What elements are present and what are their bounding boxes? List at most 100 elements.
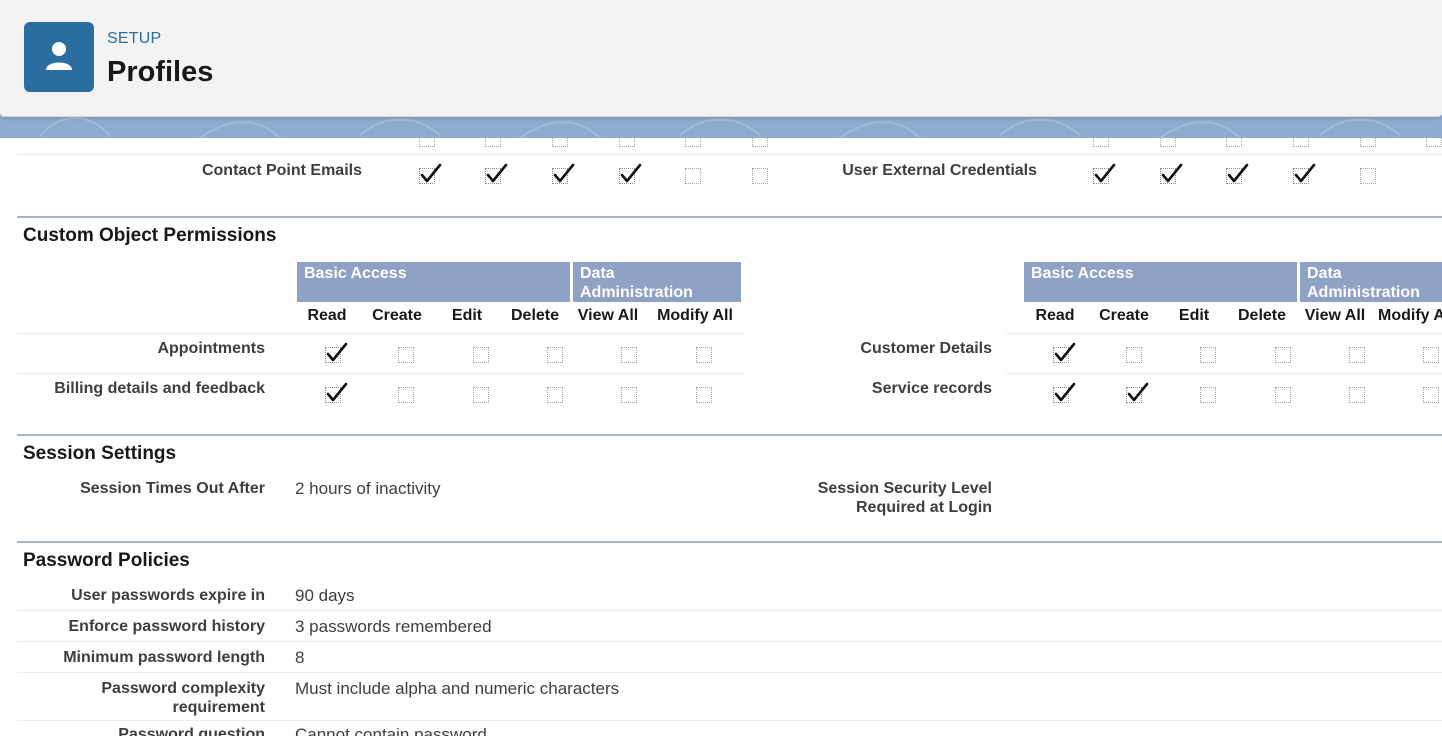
checkbox-unchecked xyxy=(1200,347,1216,363)
checkbox-unchecked xyxy=(1349,387,1365,403)
group-header-line: Data xyxy=(1307,265,1342,282)
password-question-label: Password question xyxy=(118,726,265,736)
object-label-user-external-credentials: User External Credentials xyxy=(842,162,1037,179)
checkbox-unchecked xyxy=(752,168,768,184)
row-divider xyxy=(17,641,1442,642)
checkbox-partial xyxy=(1160,138,1176,147)
column-header-edit-right: Edit xyxy=(1178,307,1210,324)
checkbox-checked xyxy=(552,163,575,184)
row-divider xyxy=(17,610,1442,611)
checkbox-checked xyxy=(1226,163,1249,184)
checkbox-unchecked xyxy=(398,387,414,403)
checkbox-checked xyxy=(1293,163,1316,184)
checkbox-partial xyxy=(552,138,568,147)
row-divider xyxy=(17,672,1442,673)
checkbox-checked xyxy=(1093,163,1116,184)
checkbox-partial xyxy=(485,138,501,147)
checkbox-partial xyxy=(1093,138,1109,147)
password-question-value: Cannot contain password xyxy=(295,725,487,736)
label-line: Password complexity xyxy=(101,680,265,697)
page-header: SETUP Profiles xyxy=(0,0,1442,117)
checkbox-unchecked xyxy=(1275,387,1291,403)
password-complexity-label: Password complexity requirement xyxy=(20,679,265,717)
password-min-length-label: Minimum password length xyxy=(63,649,265,666)
group-header-basic-access: Basic Access xyxy=(297,262,570,302)
password-min-length-value: 8 xyxy=(295,648,305,667)
checkbox-partial xyxy=(752,138,768,147)
row-divider xyxy=(17,154,1442,155)
row-divider xyxy=(17,373,745,374)
label-line: Session Security Level xyxy=(817,480,992,497)
checkbox-unchecked xyxy=(696,387,712,403)
profile-detail-content: Contact Point Emails User External Crede… xyxy=(0,138,1442,736)
label-line: Required at Login xyxy=(856,499,992,516)
checkbox-checked xyxy=(1126,382,1149,403)
checkbox-unchecked xyxy=(1126,347,1142,363)
checkbox-checked xyxy=(1053,342,1076,363)
checkbox-partial xyxy=(1426,138,1442,147)
checkbox-checked xyxy=(419,163,442,184)
section-title-password-policies: Password Policies xyxy=(23,550,190,571)
password-history-label: Enforce password history xyxy=(68,618,266,635)
column-header-read-right: Read xyxy=(1035,307,1075,324)
column-header-view-all-right: View All xyxy=(1304,307,1366,324)
group-header-data-administration-right: Data Administration xyxy=(1300,262,1442,302)
checkbox-partial xyxy=(685,138,701,147)
checkbox-unchecked xyxy=(685,168,701,184)
checkbox-checked xyxy=(619,163,642,184)
profiles-app-icon xyxy=(24,22,94,92)
section-divider xyxy=(17,434,1442,436)
checkbox-checked xyxy=(325,342,348,363)
label-line: requirement xyxy=(172,699,265,716)
breadcrumb-setup: SETUP xyxy=(107,30,162,47)
row-divider xyxy=(17,333,745,334)
column-header-read: Read xyxy=(307,307,347,324)
checkbox-unchecked xyxy=(621,347,637,363)
checkbox-unchecked xyxy=(1200,387,1216,403)
column-header-view-all: View All xyxy=(577,307,639,324)
checkbox-unchecked xyxy=(473,387,489,403)
session-timeout-label: Session Times Out After xyxy=(80,480,265,497)
checkbox-checked xyxy=(325,382,348,403)
row-divider xyxy=(17,720,1442,721)
row-divider xyxy=(1006,333,1442,334)
section-divider xyxy=(17,216,1442,218)
group-header-line: Data xyxy=(580,265,615,282)
custom-object-label-service-records: Service records xyxy=(871,380,992,397)
password-complexity-value: Must include alpha and numeric character… xyxy=(295,679,620,698)
checkbox-partial xyxy=(419,138,435,147)
section-title-session-settings: Session Settings xyxy=(23,443,177,464)
column-header-create-right: Create xyxy=(1099,307,1149,324)
column-header-modify-all-right: Modify A xyxy=(1378,307,1442,324)
checkbox-checked xyxy=(1053,382,1076,403)
column-header-delete-right: Delete xyxy=(1237,307,1287,324)
column-header-edit: Edit xyxy=(451,307,483,324)
row-divider xyxy=(1006,373,1442,374)
column-header-create: Create xyxy=(372,307,422,324)
group-header-data-administration: Data Administration xyxy=(573,262,741,302)
password-expire-label: User passwords expire in xyxy=(71,587,265,604)
section-divider xyxy=(17,541,1442,543)
column-header-delete: Delete xyxy=(510,307,560,324)
checkbox-checked xyxy=(485,163,508,184)
checkbox-unchecked xyxy=(1423,387,1439,403)
group-header-line: Administration xyxy=(580,284,693,301)
user-icon xyxy=(46,42,72,70)
checkbox-partial xyxy=(1360,138,1376,147)
custom-object-label-billing: Billing details and feedback xyxy=(54,380,265,397)
checkbox-checked xyxy=(1160,163,1183,184)
column-header-modify-all: Modify All xyxy=(657,307,733,324)
checkbox-unchecked xyxy=(1423,347,1439,363)
checkbox-partial xyxy=(1293,138,1309,147)
password-history-value: 3 passwords remembered xyxy=(295,617,492,636)
checkbox-unchecked xyxy=(1349,347,1365,363)
checkbox-unchecked xyxy=(1360,168,1376,184)
group-header-basic-access-right: Basic Access xyxy=(1024,262,1297,302)
checkbox-unchecked xyxy=(621,387,637,403)
checkbox-unchecked xyxy=(547,347,563,363)
page-title: Profiles xyxy=(107,56,214,88)
custom-object-label-appointments: Appointments xyxy=(157,340,265,357)
custom-object-label-customer-details: Customer Details xyxy=(860,340,992,357)
checkbox-unchecked xyxy=(547,387,563,403)
checkbox-unchecked xyxy=(696,347,712,363)
